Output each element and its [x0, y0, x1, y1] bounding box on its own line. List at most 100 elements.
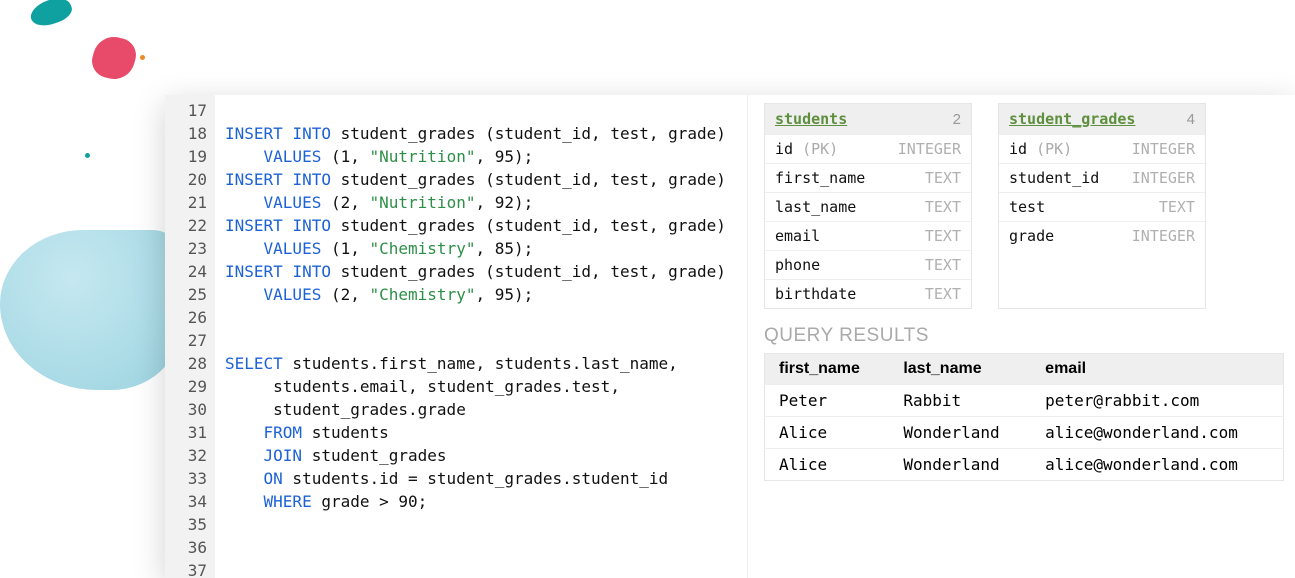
table-cell: Alice [765, 417, 890, 449]
line-number: 29 [165, 375, 207, 398]
schema-column-type: INTEGER [1132, 227, 1195, 245]
results-header-cell: last_name [889, 354, 1031, 385]
schema-row-count: 2 [953, 111, 961, 128]
ide-panel: 1718192021222324252627282930313233343536… [165, 95, 1295, 578]
query-results-table: first_namelast_nameemailPeterRabbitpeter… [764, 353, 1284, 481]
schema-column-row: first_nameTEXT [765, 163, 971, 192]
code-line[interactable]: WHERE grade > 90; [225, 490, 726, 513]
code-line[interactable] [225, 536, 726, 559]
schema-column-type: INTEGER [1132, 169, 1195, 187]
code-area[interactable]: INSERT INTO student_grades (student_id, … [215, 95, 734, 578]
table-cell: peter@rabbit.com [1031, 385, 1283, 417]
code-line[interactable]: INSERT INTO student_grades (student_id, … [225, 214, 726, 237]
table-row: AliceWonderlandalice@wonderland.com [765, 449, 1284, 481]
schema-table-name-link[interactable]: students [775, 110, 847, 128]
schema-column-name: last_name [775, 198, 856, 216]
code-line[interactable]: FROM students [225, 421, 726, 444]
code-line[interactable]: VALUES (1, "Chemistry", 85); [225, 237, 726, 260]
results-panel: students2id (PK)INTEGERfirst_nameTEXTlas… [748, 95, 1295, 578]
decorative-blob-teal [27, 0, 75, 30]
code-editor[interactable]: 1718192021222324252627282930313233343536… [165, 95, 748, 578]
table-row: PeterRabbitpeter@rabbit.com [765, 385, 1284, 417]
code-line[interactable]: INSERT INTO student_grades (student_id, … [225, 168, 726, 191]
line-number-gutter: 1718192021222324252627282930313233343536… [165, 95, 215, 578]
line-number: 31 [165, 421, 207, 444]
code-line[interactable]: ON students.id = student_grades.student_… [225, 467, 726, 490]
line-number: 17 [165, 99, 207, 122]
schema-column-type: TEXT [925, 198, 961, 216]
code-line[interactable]: VALUES (2, "Chemistry", 95); [225, 283, 726, 306]
decorative-dot [140, 55, 145, 60]
code-line[interactable]: VALUES (1, "Nutrition", 95); [225, 145, 726, 168]
table-cell: alice@wonderland.com [1031, 449, 1283, 481]
schema-table: students2id (PK)INTEGERfirst_nameTEXTlas… [764, 103, 972, 309]
schema-column-row: last_name TEXT [765, 192, 971, 221]
line-number: 18 [165, 122, 207, 145]
line-number: 22 [165, 214, 207, 237]
code-line[interactable]: INSERT INTO student_grades (student_id, … [225, 260, 726, 283]
schema-column-row: id (PK)INTEGER [999, 134, 1205, 163]
code-line[interactable] [225, 306, 726, 329]
schema-column-name: phone [775, 256, 820, 274]
schema-column-row: birthdate TEXT [765, 279, 971, 308]
code-line[interactable]: JOIN student_grades [225, 444, 726, 467]
line-number: 37 [165, 559, 207, 578]
code-line[interactable]: students.email, student_grades.test, [225, 375, 726, 398]
schema-column-row: grade INTEGER [999, 221, 1205, 250]
schema-column-row: email TEXT [765, 221, 971, 250]
schema-column-type: TEXT [925, 256, 961, 274]
code-line[interactable] [225, 559, 726, 578]
results-header-cell: first_name [765, 354, 890, 385]
table-cell: Alice [765, 449, 890, 481]
code-line[interactable] [225, 329, 726, 352]
schema-header: student_grades 4 [999, 104, 1205, 134]
table-cell: Wonderland [889, 417, 1031, 449]
schema-column-type: TEXT [1159, 198, 1195, 216]
line-number: 36 [165, 536, 207, 559]
code-line[interactable]: VALUES (2, "Nutrition", 92); [225, 191, 726, 214]
schema-column-name: grade [1009, 227, 1054, 245]
line-number: 28 [165, 352, 207, 375]
schema-column-type: TEXT [925, 169, 961, 187]
code-line[interactable]: student_grades.grade [225, 398, 726, 421]
code-line[interactable]: SELECT students.first_name, students.las… [225, 352, 726, 375]
table-cell: Rabbit [889, 385, 1031, 417]
line-number: 30 [165, 398, 207, 421]
decorative-blob-pink [88, 32, 139, 83]
schema-column-type: INTEGER [898, 140, 961, 158]
decorative-blob-blue [0, 230, 180, 390]
schema-column-name: test [1009, 198, 1045, 216]
schema-column-type: TEXT [925, 285, 961, 303]
query-results-title: QUERY RESULTS [748, 315, 1295, 353]
line-number: 26 [165, 306, 207, 329]
schema-column-name: id (PK) [1009, 140, 1072, 158]
line-number: 32 [165, 444, 207, 467]
schema-column-type: TEXT [925, 227, 961, 245]
schema-header: students 2 [765, 104, 971, 134]
schema-column-row: phone TEXT [765, 250, 971, 279]
results-header-row: first_namelast_nameemail [765, 354, 1284, 385]
line-number: 34 [165, 490, 207, 513]
table-cell: Wonderland [889, 449, 1031, 481]
results-header-cell: email [1031, 354, 1283, 385]
code-line[interactable] [225, 513, 726, 536]
line-number: 33 [165, 467, 207, 490]
decorative-dot [85, 153, 90, 158]
schema-table-name-link[interactable]: student_grades [1009, 110, 1135, 128]
table-cell: Peter [765, 385, 890, 417]
line-number: 24 [165, 260, 207, 283]
schema-column-name: id (PK) [775, 140, 838, 158]
table-row: AliceWonderlandalice@wonderland.com [765, 417, 1284, 449]
line-number: 27 [165, 329, 207, 352]
line-number: 35 [165, 513, 207, 536]
schema-row-count: 4 [1187, 111, 1195, 128]
schema-column-name: birthdate [775, 285, 856, 303]
code-line[interactable] [225, 99, 726, 122]
code-line[interactable]: INSERT INTO student_grades (student_id, … [225, 122, 726, 145]
schema-column-row: id (PK) INTEGER [765, 134, 971, 163]
line-number: 25 [165, 283, 207, 306]
line-number: 19 [165, 145, 207, 168]
table-cell: alice@wonderland.com [1031, 417, 1283, 449]
line-number: 21 [165, 191, 207, 214]
schema-column-name: email [775, 227, 820, 245]
